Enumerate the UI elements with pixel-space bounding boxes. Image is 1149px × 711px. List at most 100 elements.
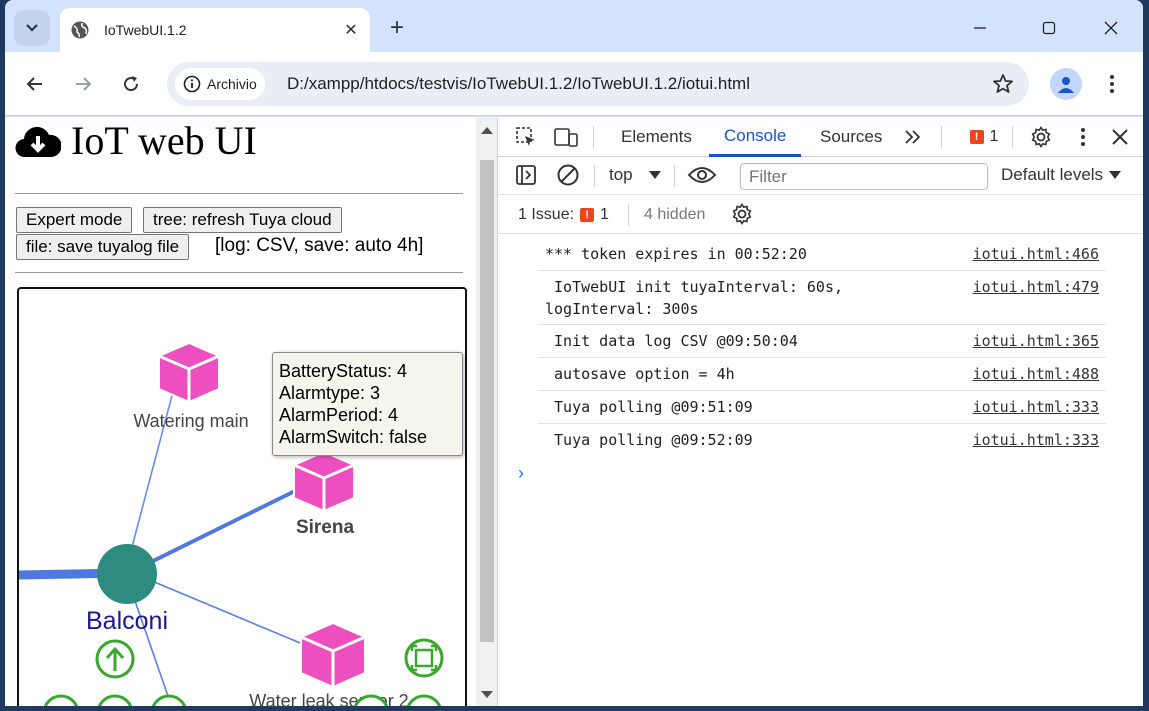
hub-balconi-node[interactable] (97, 544, 157, 604)
inspect-element-icon[interactable] (513, 125, 539, 149)
globe-icon (70, 20, 90, 40)
log-message: Tuya polling @09:51:09 (545, 398, 753, 416)
more-tabs-chevron-icon[interactable] (900, 125, 926, 149)
log-message: *** token expires in 00:52:20 (545, 245, 807, 263)
separator (593, 126, 594, 148)
maximize-icon (1042, 21, 1056, 35)
log-message: Init data log CSV @09:50:04 (545, 332, 798, 350)
page-title: IoT web UI (15, 117, 257, 164)
issue-warning-icon: ! (969, 130, 984, 144)
page-scrollbar[interactable] (476, 117, 498, 706)
back-button[interactable] (19, 68, 51, 100)
fit-screen-control-icon[interactable] (404, 638, 444, 678)
arrow-right-icon (76, 77, 92, 91)
console-prompt-chevron-icon[interactable]: › (518, 463, 524, 484)
close-devtools-icon[interactable] (1107, 125, 1133, 149)
issues-counter-button[interactable]: ! 1 (964, 125, 1004, 149)
log-message: IoTwebUI init tuyaInterval: 60s, logInte… (545, 278, 844, 318)
edge-balconi-leak (151, 580, 325, 654)
minimize-icon (974, 27, 986, 29)
node-label-sirena: Sirena (296, 517, 355, 538)
url-text[interactable]: D:/xampp/htdocs/testvis/IoTwebUI.1.2/IoT… (287, 74, 750, 94)
log-source-link[interactable]: iotui.html:365 (973, 330, 1099, 352)
console-log-row: *** token expires in 00:52:20 iotui.html… (538, 238, 1106, 271)
issues-settings-gear-icon[interactable] (729, 202, 755, 226)
site-info-label: Archivio (207, 76, 257, 92)
device-watering-cube-icon[interactable] (158, 341, 220, 404)
new-tab-button[interactable]: + (381, 12, 413, 44)
console-filter-input[interactable] (740, 163, 988, 190)
scroll-up-arrow-icon[interactable] (481, 127, 493, 134)
log-message: Tuya polling @09:52:09 (545, 431, 753, 449)
clear-console-icon[interactable] (555, 163, 581, 187)
more-vert-icon (1110, 75, 1114, 93)
node-tooltip: BatteryStatus: 4 Alarmtype: 3 AlarmPerio… (272, 352, 463, 456)
minimize-button[interactable] (957, 10, 1003, 46)
browser-menu-button[interactable] (1100, 68, 1124, 100)
log-source-link[interactable]: iotui.html:466 (973, 243, 1099, 265)
profile-button[interactable] (1050, 68, 1082, 100)
log-source-link[interactable]: iotui.html:488 (973, 363, 1099, 385)
separator (674, 165, 675, 187)
separator (941, 126, 942, 148)
device-leak-cube-icon[interactable] (300, 621, 366, 689)
console-log-row: IoTwebUI init tuyaInterval: 60s, logInte… (538, 271, 1106, 325)
active-tab[interactable]: IoTwebUI.1.2 ✕ (60, 8, 370, 52)
device-sirena-cube-icon[interactable] (293, 450, 355, 513)
dropdown-triangle-icon (648, 171, 661, 179)
forward-button[interactable] (67, 68, 99, 100)
tab-sources[interactable]: Sources (820, 117, 882, 157)
bookmark-star-icon[interactable] (991, 72, 1015, 96)
live-expression-eye-icon[interactable] (686, 163, 718, 187)
chevron-down-icon (26, 24, 38, 32)
reload-button[interactable] (115, 68, 147, 100)
tab-bar: IoTwebUI.1.2 ✕ + (5, 0, 1143, 52)
maximize-button[interactable] (1026, 10, 1072, 46)
sidebar-toggle-icon[interactable] (513, 163, 539, 187)
save-log-button[interactable]: file: save tuyalog file (16, 234, 190, 260)
log-levels-dropdown[interactable]: Default levels (1001, 165, 1122, 185)
refresh-cloud-button[interactable]: tree: refresh Tuya cloud (143, 207, 342, 233)
tooltip-line: Alarmtype: 3 (279, 383, 381, 403)
close-window-button[interactable] (1088, 10, 1134, 46)
control-icon-partial-2[interactable] (97, 694, 133, 706)
log-source-link[interactable]: iotui.html:479 (973, 276, 1099, 298)
close-icon[interactable]: ✕ (338, 17, 364, 43)
devtools-tab-bar: Elements Console Sources ! 1 (498, 117, 1143, 157)
issues-summary[interactable]: 1 Issue: ! 1 (518, 206, 609, 224)
address-bar[interactable]: Archivio D:/xampp/htdocs/testvis/IoTwebU… (167, 62, 1029, 106)
tab-title: IoTwebUI.1.2 (104, 22, 187, 38)
device-toolbar-icon[interactable] (553, 125, 579, 149)
control-icon-partial-1[interactable] (43, 694, 79, 706)
tab-list-button[interactable] (14, 10, 50, 46)
scroll-down-arrow-icon[interactable] (481, 691, 493, 698)
close-icon (1104, 21, 1118, 35)
log-source-link[interactable]: iotui.html:333 (973, 429, 1099, 451)
devtools-menu-icon[interactable] (1070, 125, 1096, 149)
page-title-text: IoT web UI (71, 118, 257, 163)
log-levels-label: Default levels (1001, 165, 1104, 184)
context-value: top (609, 165, 633, 184)
arrow-up-control-icon[interactable] (95, 639, 135, 679)
separator (594, 165, 595, 187)
network-graph[interactable]: Watering main Sirena Balconi Water leak … (17, 287, 467, 706)
tab-elements[interactable]: Elements (621, 117, 692, 157)
edge-balconi-sirena (148, 487, 300, 565)
log-source-link[interactable]: iotui.html:333 (973, 396, 1099, 418)
web-page: IoT web UI Expert mode tree: refresh Tuy… (5, 117, 476, 706)
log-message: autosave option = 4h (545, 365, 735, 383)
tab-console[interactable]: Console (709, 117, 802, 157)
browser-frame: IoTwebUI.1.2 ✕ + Archivio D:/xampp/htdoc… (5, 0, 1143, 706)
tooltip-line: BatteryStatus: 4 (279, 361, 408, 381)
context-selector[interactable]: top (609, 165, 661, 185)
settings-gear-icon[interactable] (1028, 125, 1054, 149)
log-status-text: [log: CSV, save: auto 4h] (215, 235, 424, 256)
control-icon-partial-5[interactable] (406, 694, 442, 706)
cloud-download-icon (15, 126, 61, 157)
hidden-issues-label: 4 hidden (644, 206, 706, 223)
control-icon-partial-3[interactable] (151, 694, 187, 706)
scroll-thumb[interactable] (480, 160, 494, 642)
site-info-chip[interactable]: Archivio (175, 68, 265, 100)
expert-mode-button[interactable]: Expert mode (16, 207, 133, 233)
console-log-row: Tuya polling @09:51:09 iotui.html:333 (538, 391, 1106, 424)
